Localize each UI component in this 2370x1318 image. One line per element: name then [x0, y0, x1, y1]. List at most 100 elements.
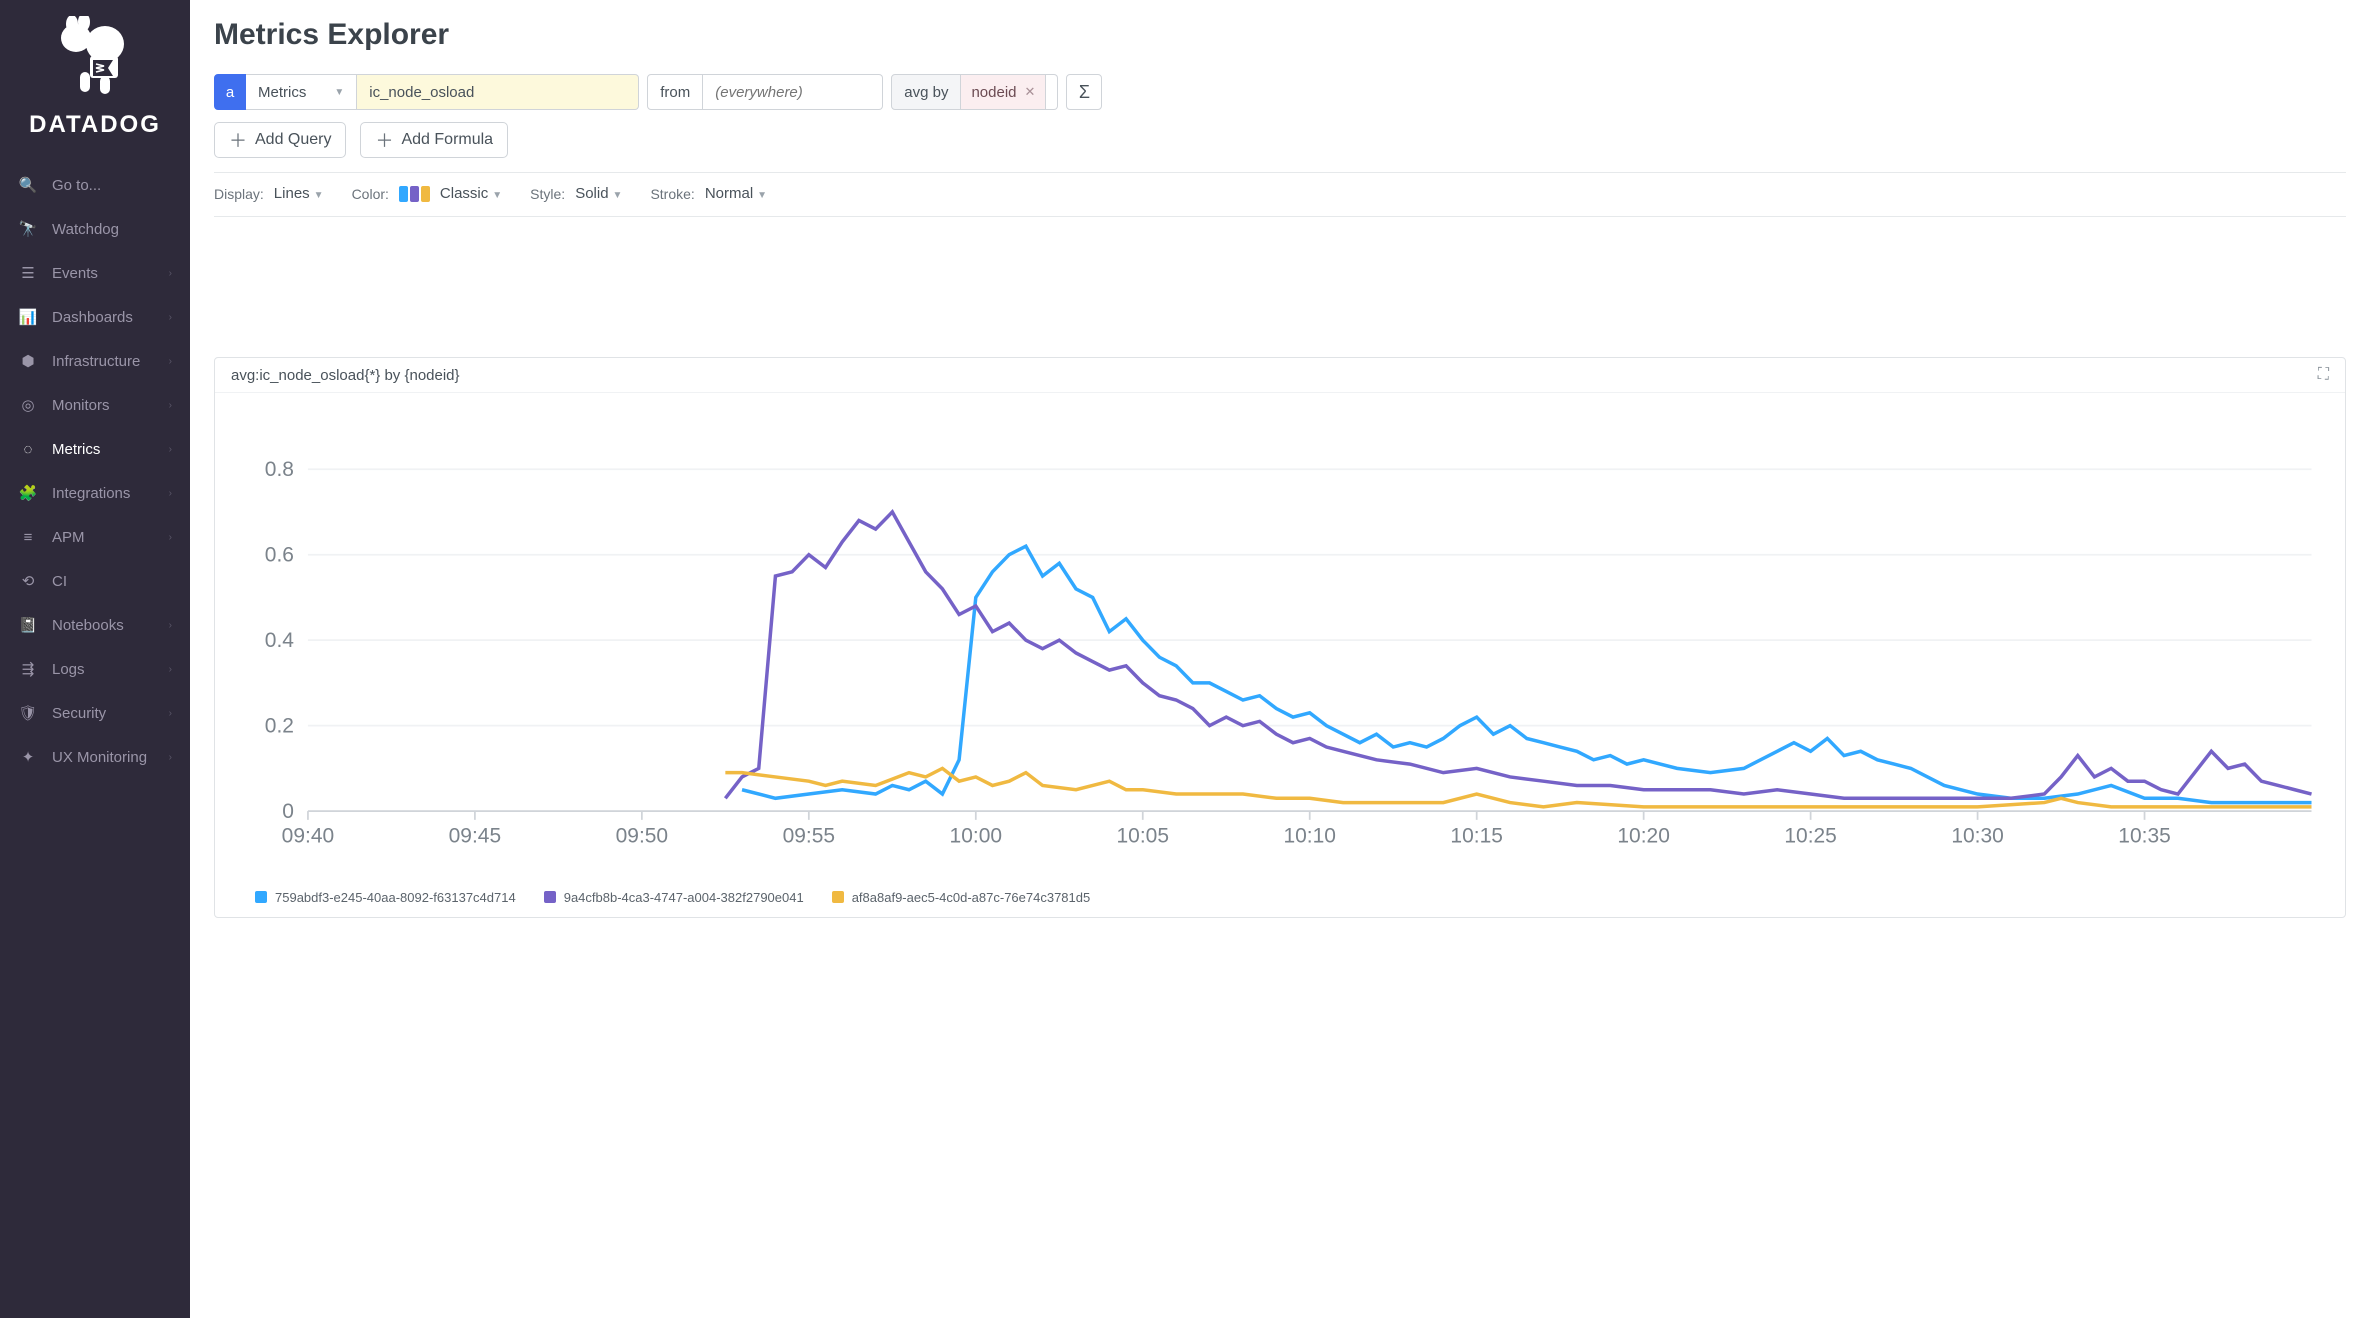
- color-swatch-icon: [399, 186, 430, 202]
- scope-input[interactable]: [703, 74, 883, 110]
- display-select[interactable]: Lines▼: [274, 185, 324, 202]
- sigma-button[interactable]: Σ: [1066, 74, 1102, 110]
- infrastructure-icon: ⬢: [18, 352, 38, 370]
- logs-icon: ⇶: [18, 660, 38, 678]
- brand-name: DATADOG: [10, 111, 180, 139]
- svg-text:10:05: 10:05: [1117, 825, 1169, 848]
- metrics-chart[interactable]: 00.20.40.60.809:4009:4509:5009:5510:0010…: [231, 409, 2329, 864]
- groupby-tag[interactable]: nodeid ✕: [961, 74, 1046, 110]
- chevron-right-icon: ›: [169, 312, 172, 323]
- svg-text:10:00: 10:00: [950, 825, 1002, 848]
- sidebar-item-apm[interactable]: ≡APM›: [0, 515, 190, 559]
- sidebar-item-ci[interactable]: ⟲CI: [0, 559, 190, 603]
- legend-label: 759abdf3-e245-40aa-8092-f63137c4d714: [275, 890, 516, 905]
- query-letter[interactable]: a: [214, 74, 246, 110]
- monitors-icon: ◎: [18, 396, 38, 414]
- legend-label: af8a8af9-aec5-4c0d-a87c-76e74c3781d5: [852, 890, 1091, 905]
- chevron-down-icon: ▼: [492, 190, 502, 201]
- metric-source-select[interactable]: Metrics ▼: [246, 74, 357, 110]
- integrations-icon: 🧩: [18, 484, 38, 502]
- stroke-select[interactable]: Normal▼: [705, 185, 767, 202]
- notebooks-icon: 📓: [18, 616, 38, 634]
- plus-icon: ＋: [375, 127, 393, 153]
- chart-card: avg:ic_node_osload{*} by {nodeid} ⛶ 00.2…: [214, 357, 2346, 918]
- sidebar-item-label: Metrics: [52, 441, 100, 458]
- from-label: from: [647, 74, 703, 110]
- svg-text:0.6: 0.6: [265, 544, 294, 567]
- sidebar-item-label: Notebooks: [52, 617, 124, 634]
- color-select[interactable]: Classic▼: [440, 185, 502, 202]
- svg-text:10:25: 10:25: [1784, 825, 1836, 848]
- legend-item[interactable]: af8a8af9-aec5-4c0d-a87c-76e74c3781d5: [832, 890, 1091, 905]
- sidebar-item-security[interactable]: 🛡Security›: [0, 691, 190, 735]
- chevron-right-icon: ›: [169, 356, 172, 367]
- legend-swatch: [544, 891, 556, 903]
- chart-series-0[interactable]: [742, 546, 2311, 802]
- svg-text:10:10: 10:10: [1283, 825, 1335, 848]
- sidebar-item-label: Watchdog: [52, 221, 119, 238]
- add-query-button[interactable]: ＋ Add Query: [214, 122, 346, 158]
- plus-icon: ＋: [229, 127, 247, 153]
- sidebar-item-watchdog[interactable]: 🔭 Watchdog: [0, 207, 190, 251]
- logo[interactable]: DATADOG: [0, 0, 190, 163]
- sidebar-item-go-to-[interactable]: 🔍 Go to...: [0, 163, 190, 207]
- sidebar-item-integrations[interactable]: 🧩Integrations›: [0, 471, 190, 515]
- query-row: a Metrics ▼ from avg by nodeid ✕ Σ: [214, 74, 2346, 110]
- svg-text:09:55: 09:55: [783, 825, 835, 848]
- chevron-right-icon: ›: [169, 664, 172, 675]
- svg-text:10:30: 10:30: [1951, 825, 2003, 848]
- remove-tag-icon[interactable]: ✕: [1025, 84, 1036, 100]
- fullscreen-icon[interactable]: ⛶: [2318, 366, 2329, 384]
- sidebar-item-label: CI: [52, 573, 67, 590]
- add-formula-button[interactable]: ＋ Add Formula: [360, 122, 508, 158]
- sidebar-item-label: Go to...: [52, 177, 101, 194]
- legend-item[interactable]: 9a4cfb8b-4ca3-4747-a004-382f2790e041: [544, 890, 804, 905]
- divider: [214, 172, 2346, 173]
- chevron-right-icon: ›: [169, 444, 172, 455]
- chevron-right-icon: ›: [169, 532, 172, 543]
- legend-swatch: [255, 891, 267, 903]
- metric-name-input[interactable]: [357, 74, 639, 110]
- chevron-right-icon: ›: [169, 620, 172, 631]
- sidebar-item-label: Logs: [52, 661, 85, 678]
- chevron-right-icon: ›: [169, 400, 172, 411]
- svg-text:0.8: 0.8: [265, 458, 294, 481]
- chart-series-2[interactable]: [725, 768, 2311, 806]
- datadog-logo-icon: [50, 16, 140, 98]
- chevron-down-icon: ▼: [613, 190, 623, 201]
- dashboards-icon: 📊: [18, 308, 38, 326]
- sidebar-item-ux-monitoring[interactable]: ✦UX Monitoring›: [0, 735, 190, 779]
- sidebar-item-label: Integrations: [52, 485, 130, 502]
- chevron-right-icon: ›: [169, 708, 172, 719]
- sidebar-item-dashboards[interactable]: 📊 Dashboards ›: [0, 295, 190, 339]
- sidebar-item-events[interactable]: ☰Events›: [0, 251, 190, 295]
- groupby-tag-label: nodeid: [971, 84, 1016, 101]
- sidebar-item-label: APM: [52, 529, 85, 546]
- add-query-label: Add Query: [255, 131, 331, 149]
- sidebar-item-logs[interactable]: ⇶ Logs ›: [0, 647, 190, 691]
- sidebar-item-label: Security: [52, 705, 106, 722]
- chevron-down-icon: ▼: [314, 190, 324, 201]
- main-content: Metrics Explorer a Metrics ▼ from avg by…: [190, 0, 2370, 1318]
- sidebar-item-monitors[interactable]: ◎Monitors›: [0, 383, 190, 427]
- sidebar-item-infrastructure[interactable]: ⬢Infrastructure›: [0, 339, 190, 383]
- sidebar-item-label: Dashboards: [52, 309, 133, 326]
- sidebar-item-metrics[interactable]: ◌Metrics›: [0, 427, 190, 471]
- divider: [214, 216, 2346, 217]
- sidebar-item-label: Events: [52, 265, 98, 282]
- binoculars-icon: 🔭: [18, 220, 38, 238]
- color-label: Color:: [352, 186, 389, 202]
- display-options: Display: Lines▼ Color: Classic▼ Style: S…: [214, 185, 2346, 202]
- add-tag-input[interactable]: [1046, 74, 1058, 110]
- chart-title: avg:ic_node_osload{*} by {nodeid}: [231, 367, 460, 384]
- chevron-right-icon: ›: [169, 268, 172, 279]
- legend-label: 9a4cfb8b-4ca3-4747-a004-382f2790e041: [564, 890, 804, 905]
- ux-icon: ✦: [18, 748, 38, 766]
- legend-item[interactable]: 759abdf3-e245-40aa-8092-f63137c4d714: [255, 890, 516, 905]
- style-select[interactable]: Solid▼: [575, 185, 622, 202]
- query-actions: ＋ Add Query ＋ Add Formula: [214, 122, 2346, 158]
- search-icon: 🔍: [18, 176, 38, 194]
- aggregation-select[interactable]: avg by: [891, 74, 961, 110]
- svg-text:09:45: 09:45: [449, 825, 501, 848]
- sidebar-item-notebooks[interactable]: 📓 Notebooks ›: [0, 603, 190, 647]
